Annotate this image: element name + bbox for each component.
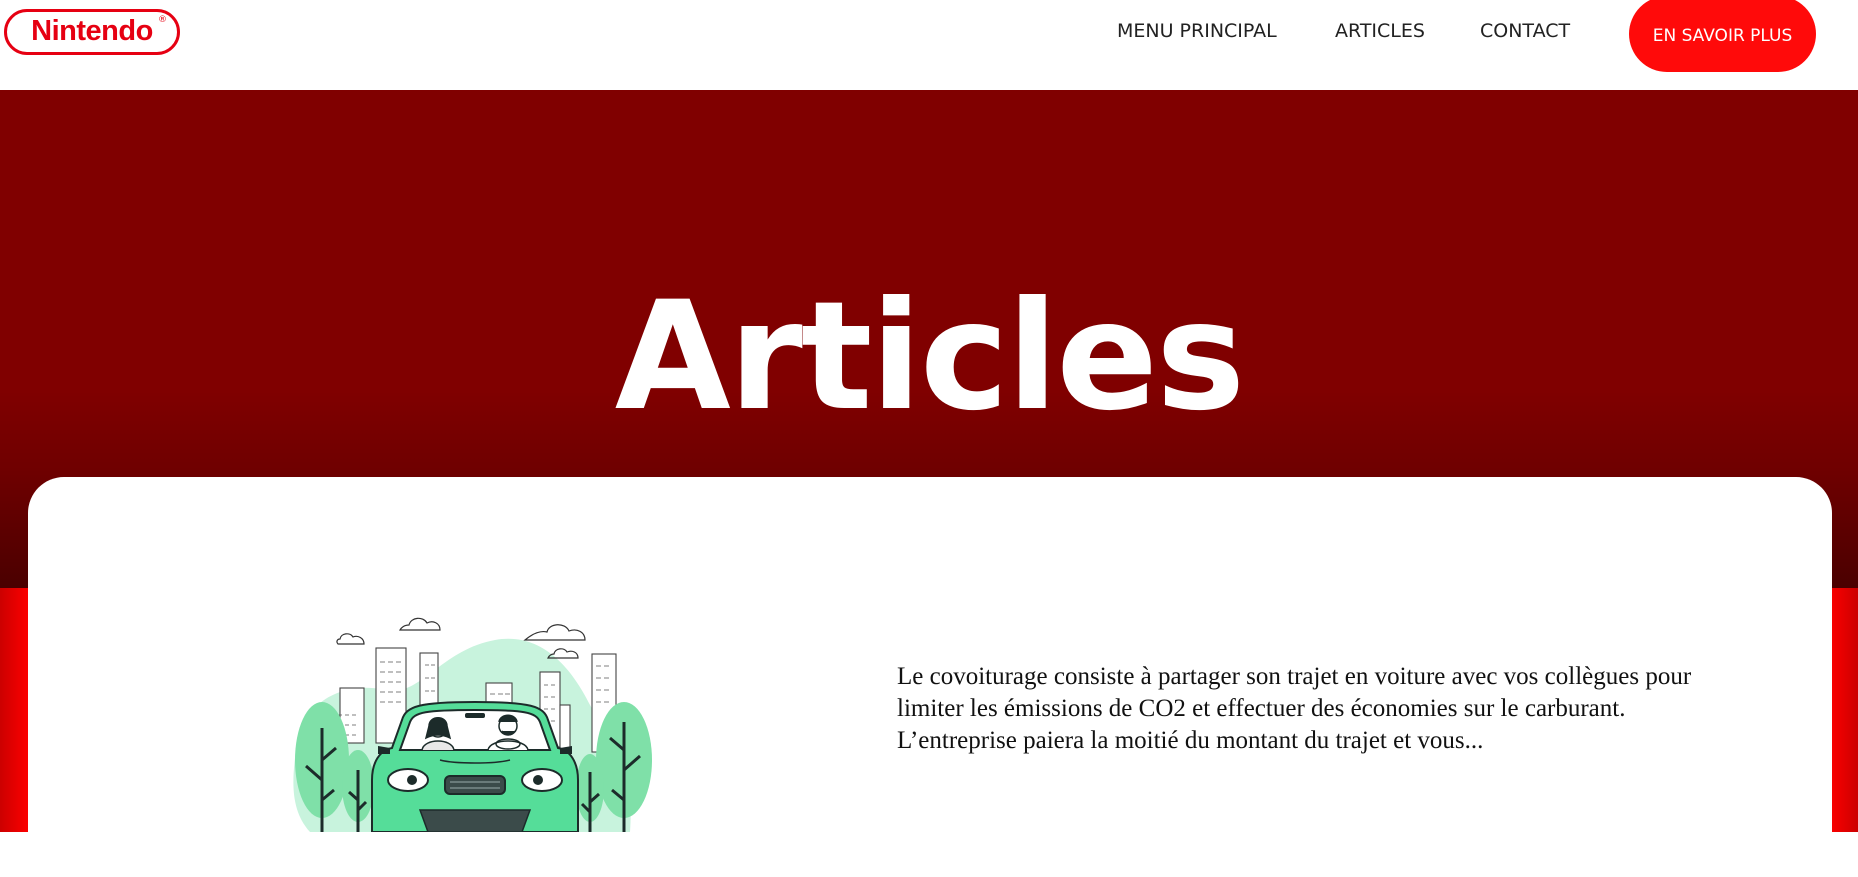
nav-item-menu-principal[interactable]: MENU PRINCIPAL (1117, 0, 1277, 62)
building (559, 704, 571, 751)
cloud-icon (336, 633, 365, 645)
site-header: Nintendo ® MENU PRINCIPAL ARTICLES CONTA… (0, 0, 1858, 90)
en-savoir-plus-button[interactable]: EN SAVOIR PLUS (1629, 0, 1816, 72)
nintendo-logo[interactable]: Nintendo ® (4, 9, 180, 55)
grille (444, 775, 506, 795)
nav-item-contact[interactable]: CONTACT (1480, 0, 1570, 62)
cloud-icon (523, 624, 586, 641)
carpool-illustration (290, 610, 660, 833)
article-excerpt: Le covoiturage consiste à partager son t… (897, 663, 1692, 754)
registered-mark: ® (158, 15, 167, 25)
nav-item-articles[interactable]: ARTICLES (1335, 0, 1425, 62)
logo-wordmark: Nintendo (31, 14, 153, 47)
cloud-icon (399, 617, 441, 631)
page-title: Articles (614, 270, 1246, 444)
